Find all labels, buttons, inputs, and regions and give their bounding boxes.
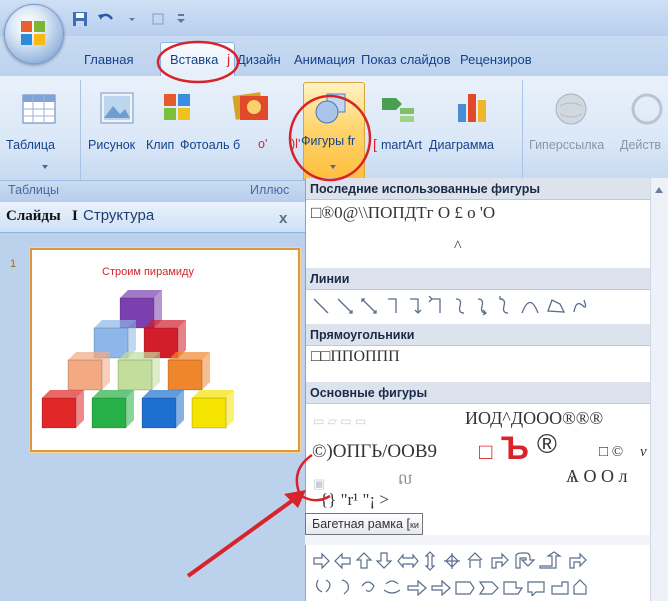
clipart-icon: [164, 94, 190, 120]
basic-shapes-header: Основные фигуры: [306, 382, 650, 404]
hyperlink-button[interactable]: Гиперссылка: [529, 138, 604, 152]
basic-shapes-row-3a[interactable]: ល: [398, 470, 412, 492]
photo-album-button[interactable]: Фотоаль б: [180, 138, 240, 152]
basic-shapes-row-2-registered[interactable]: ®: [537, 429, 557, 460]
lines-row[interactable]: [312, 296, 648, 316]
office-logo-icon: [21, 21, 45, 45]
cube-salmon: [67, 351, 111, 391]
shape-tooltip: Багетная рамка [ки: [305, 513, 423, 535]
dropdown-icon[interactable]: [122, 9, 142, 29]
block-arrows-rows[interactable]: [312, 550, 648, 596]
basic-shapes-row-2[interactable]: ©)ОПГЬ/ООВ9: [312, 441, 437, 463]
basic-shapes-row-1[interactable]: ИОД^ДООО®®®: [465, 408, 603, 429]
customize-qat-icon[interactable]: [174, 9, 188, 29]
shapes-icon: [315, 93, 346, 124]
hyperlink-icon: [555, 93, 587, 125]
tab-design[interactable]: Дизайн: [237, 52, 281, 67]
basic-shapes-faded: ▭ ▱ ▭ ▭: [313, 414, 367, 428]
tab-slides[interactable]: Слайды: [6, 208, 61, 225]
smartart-button[interactable]: martArt: [381, 138, 422, 152]
cube-blue: [141, 389, 185, 429]
group-illustrations-label: Иллюс: [250, 183, 290, 197]
recent-shapes-row-2[interactable]: ^: [454, 238, 462, 256]
close-panel-icon[interactable]: x: [279, 210, 287, 227]
slide-number: 1: [10, 258, 17, 270]
tab-slideshow[interactable]: Показ слайдов: [361, 52, 451, 67]
tooltip-text: Багетная рамка [: [312, 517, 410, 531]
table-button[interactable]: Таблица: [6, 138, 55, 152]
smartart-bracket-mark: [: [373, 136, 377, 152]
recent-shapes-header: Последние использованные фигуры: [306, 178, 650, 200]
shapes-button[interactable]: Фигуры fr: [301, 134, 355, 148]
rectangles-row[interactable]: □□ППОППП: [311, 348, 400, 366]
scroll-up-icon[interactable]: [654, 186, 664, 194]
tooltip-small: ки: [409, 520, 419, 530]
photo-album-icon: [232, 92, 268, 120]
cube-orange: [167, 351, 211, 391]
table-icon: [22, 94, 56, 124]
group-tables-label: Таблицы: [8, 183, 60, 197]
basic-shapes-row-4[interactable]: {} "r¹ "¡ >: [320, 490, 389, 510]
smartart-icon: [382, 98, 414, 122]
tab-insert-marker: j: [227, 51, 231, 67]
tab-insert[interactable]: Вставка: [170, 52, 218, 67]
save-icon[interactable]: [70, 9, 90, 29]
tab-animation[interactable]: Анимация: [294, 52, 355, 67]
basic-shapes-row-2-red-glyph[interactable]: Ъ: [501, 430, 529, 467]
action-icon: [631, 93, 663, 125]
photo-album-mark: o': [258, 137, 268, 151]
cube-lightgreen: [117, 351, 161, 391]
shapes-dropdown-icon[interactable]: [329, 164, 337, 170]
cube-red: [41, 389, 85, 429]
slide-title: Строим пирамиду: [102, 266, 194, 278]
cube-pyramid: [41, 290, 235, 429]
tab-home[interactable]: Главная: [84, 52, 133, 67]
rectangles-header: Прямоугольники: [306, 324, 650, 346]
panel-tab-separator: I: [72, 208, 78, 224]
shapes-prefix-mark: )l': [291, 137, 301, 151]
tab-outline[interactable]: Структура: [83, 207, 154, 224]
recent-shapes-row[interactable]: □®0@\\ПОПДТг О £ о 'О: [311, 203, 495, 223]
gallery-scrollbar[interactable]: [650, 178, 668, 601]
chart-button[interactable]: Диаграмма: [429, 138, 494, 152]
picture-button[interactable]: Рисунок: [88, 138, 135, 152]
basic-shapes-row-2-v[interactable]: v: [640, 444, 647, 461]
basic-shapes-row-2-red-box[interactable]: □: [479, 439, 492, 465]
action-button[interactable]: Действ: [620, 138, 661, 152]
redo-icon[interactable]: [148, 9, 168, 29]
undo-icon[interactable]: [96, 9, 116, 29]
cube-yellow: [191, 389, 235, 429]
basic-shapes-row-3[interactable]: Ѧ О О л: [566, 466, 627, 487]
lines-header: Линии: [306, 268, 650, 290]
picture-icon: [100, 92, 134, 124]
tab-review[interactable]: Рецензиров: [460, 52, 532, 67]
gallery-faded-row: [305, 535, 650, 545]
basic-shapes-row-2-end[interactable]: □ ©: [599, 444, 623, 461]
cube-green: [91, 389, 135, 429]
clipart-button[interactable]: Клип: [146, 138, 174, 152]
chart-icon: [458, 94, 486, 122]
quick-access-toolbar: [70, 8, 188, 30]
table-dropdown-icon[interactable]: [41, 164, 49, 170]
